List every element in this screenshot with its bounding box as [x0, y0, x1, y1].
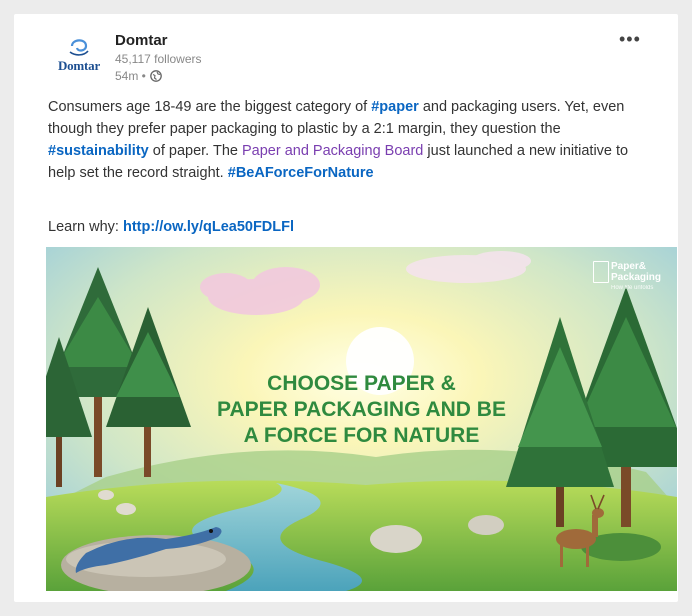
hashtag-sustainability[interactable]: #sustainability — [48, 143, 149, 159]
linkedin-post-card: Domtar Domtar 45,117 followers 54m • •••… — [14, 14, 678, 602]
headline-line2: PAPER PACKAGING AND BE — [217, 398, 506, 421]
hashtag-paper[interactable]: #paper — [371, 99, 419, 115]
learn-label: Learn why: — [48, 219, 123, 235]
headline-line3: A FORCE FOR NATURE — [243, 424, 480, 447]
company-name[interactable]: Domtar — [115, 32, 168, 49]
post-time: 54m • — [115, 69, 146, 83]
logo-wordmark: Domtar — [57, 58, 101, 73]
post-body: Consumers age 18-49 are the biggest cate… — [48, 96, 658, 184]
learn-why-line: Learn why: http://ow.ly/qLea50FDLFl — [48, 219, 294, 235]
brand-line1: Paper& — [611, 261, 647, 272]
headline-line1: CHOOSE PAPER & — [267, 372, 456, 395]
paper-sheet-icon — [593, 261, 609, 283]
paper-packaging-logo: Paper& Packaging How life unfolds — [589, 261, 663, 305]
post-image[interactable]: Paper& Packaging How life unfolds CHOOSE… — [46, 247, 677, 591]
post-meta: 54m • — [115, 69, 162, 83]
hashtag-beaforcefornature[interactable]: #BeAForceForNature — [228, 165, 374, 181]
post-text-part3: of paper. The — [148, 143, 242, 159]
paper-packaging-board-link[interactable]: Paper and Packaging Board — [242, 143, 423, 159]
domtar-swirl-icon — [69, 39, 89, 56]
brand-line2: Packaging — [611, 272, 662, 283]
brand-tagline: How life unfolds — [611, 285, 654, 291]
post-text-part1: Consumers age 18-49 are the biggest cate… — [48, 99, 372, 115]
image-headline: CHOOSE PAPER & PAPER PACKAGING AND BE A … — [46, 371, 677, 449]
more-options-button[interactable]: ••• — [619, 30, 641, 48]
company-logo[interactable]: Domtar — [48, 36, 110, 86]
globe-icon — [150, 70, 162, 82]
learn-link[interactable]: http://ow.ly/qLea50FDLFl — [123, 219, 294, 235]
follower-count: 45,117 followers — [115, 52, 202, 66]
